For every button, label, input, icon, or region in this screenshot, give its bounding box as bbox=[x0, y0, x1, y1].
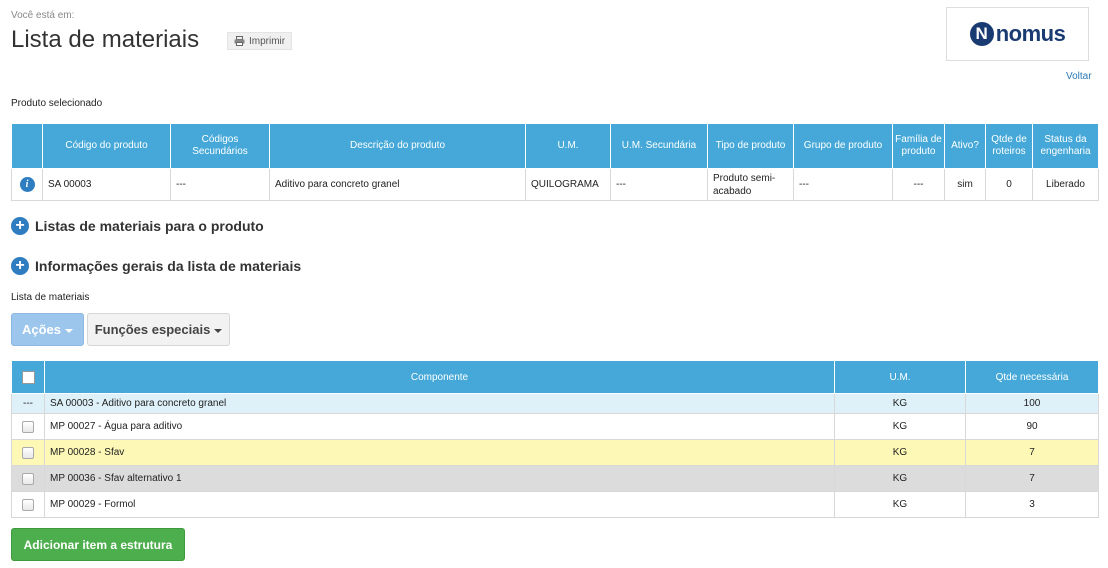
lists-for-product-toggle[interactable]: + Listas de materiais para o produto bbox=[11, 217, 264, 235]
logo-mark: N bbox=[969, 22, 994, 46]
selected-product-label: Produto selecionado bbox=[11, 98, 103, 109]
col-status: Status da engenharia bbox=[1032, 123, 1099, 169]
funcoes-especiais-button[interactable]: Funções especiais bbox=[87, 313, 230, 346]
bom-row[interactable]: MP 00027 - Água para aditivo KG 90 bbox=[11, 413, 1099, 440]
col-ativo: Ativo? bbox=[944, 123, 986, 169]
bom-label: Lista de materiais bbox=[11, 292, 90, 303]
component-qty: 100 bbox=[965, 393, 1099, 414]
col-roteiros: Qtde de roteiros bbox=[985, 123, 1033, 169]
general-info-label: Informações gerais da lista de materiais bbox=[35, 258, 302, 274]
row-checkbox[interactable] bbox=[22, 420, 34, 433]
printer-icon bbox=[234, 36, 245, 46]
product-routes: 0 bbox=[985, 168, 1033, 201]
product-code: SA 00003 bbox=[42, 168, 171, 201]
row-select-cell[interactable] bbox=[11, 439, 45, 466]
bom-row[interactable]: MP 00028 - Sfav KG 7 bbox=[11, 439, 1099, 466]
col-codigos-secundarios: Códigos Secundários bbox=[170, 123, 270, 169]
selected-product-table: Código do produto Códigos Secundários De… bbox=[11, 123, 1099, 201]
caret-down-icon bbox=[214, 328, 223, 333]
col-bom-um: U.M. bbox=[834, 360, 966, 394]
col-um: U.M. bbox=[525, 123, 611, 169]
col-qtde: Qtde necessária bbox=[965, 360, 1099, 394]
component-name: MP 00028 - Sfav bbox=[44, 439, 835, 466]
bom-row[interactable]: --- SA 00003 - Aditivo para concreto gran… bbox=[11, 393, 1099, 414]
product-row: i SA 00003 --- Aditivo para concreto gra… bbox=[11, 168, 1099, 201]
select-all-checkbox[interactable] bbox=[21, 370, 35, 384]
col-info bbox=[11, 123, 43, 169]
component-name: MP 00027 - Água para aditivo bbox=[44, 413, 835, 440]
component-name: MP 00036 - Sfav alternativo 1 bbox=[44, 465, 835, 492]
component-qty: 3 bbox=[965, 491, 1099, 518]
product-active: sim bbox=[944, 168, 986, 201]
print-button-label: Imprimir bbox=[249, 35, 286, 47]
product-um-secondary: --- bbox=[610, 168, 708, 201]
general-info-toggle[interactable]: + Informações gerais da lista de materia… bbox=[11, 257, 301, 275]
product-group: --- bbox=[793, 168, 893, 201]
company-logo: N nomus bbox=[946, 7, 1089, 61]
component-name: SA 00003 - Aditivo para concreto granel bbox=[44, 393, 835, 414]
acoes-button[interactable]: Ações bbox=[11, 313, 84, 346]
component-qty: 7 bbox=[965, 465, 1099, 492]
bom-header: Componente U.M. Qtde necessária bbox=[11, 360, 1099, 394]
col-tipo: Tipo de produto bbox=[707, 123, 794, 169]
component-qty: 90 bbox=[965, 413, 1099, 440]
bom-table: Componente U.M. Qtde necessária --- SA 00… bbox=[11, 360, 1099, 518]
component-um: KG bbox=[834, 413, 966, 440]
add-item-button[interactable]: Adicionar item a estrutura bbox=[11, 528, 185, 561]
back-link[interactable]: Voltar bbox=[1066, 71, 1092, 82]
product-table-header: Código do produto Códigos Secundários De… bbox=[11, 123, 1099, 169]
expand-plus-icon[interactable]: + bbox=[11, 257, 29, 275]
select-all-cell[interactable] bbox=[11, 360, 45, 394]
col-um-secundaria: U.M. Secundária bbox=[610, 123, 708, 169]
product-description: Aditivo para concreto granel bbox=[269, 168, 526, 201]
product-secondary-codes: --- bbox=[170, 168, 270, 201]
product-type: Produto semi-acabado bbox=[707, 168, 794, 201]
bom-row[interactable]: MP 00036 - Sfav alternativo 1 KG 7 bbox=[11, 465, 1099, 492]
page-title: Lista de materiais bbox=[11, 26, 200, 53]
component-um: KG bbox=[834, 465, 966, 492]
col-grupo: Grupo de produto bbox=[793, 123, 893, 169]
row-select-cell[interactable] bbox=[11, 465, 45, 492]
component-qty: 7 bbox=[965, 439, 1099, 466]
bom-body: --- SA 00003 - Aditivo para concreto gran… bbox=[11, 393, 1099, 518]
component-um: KG bbox=[834, 393, 966, 414]
logo-text: nomus bbox=[995, 21, 1066, 46]
component-um: KG bbox=[834, 439, 966, 466]
funcoes-label: Funções especiais bbox=[94, 322, 211, 337]
expand-plus-icon[interactable]: + bbox=[11, 217, 29, 235]
col-codigo: Código do produto bbox=[42, 123, 171, 169]
product-status: Liberado bbox=[1032, 168, 1099, 201]
row-checkbox[interactable] bbox=[22, 498, 34, 511]
caret-down-icon bbox=[65, 328, 74, 333]
acoes-label: Ações bbox=[21, 322, 62, 337]
row-select-cell[interactable]: --- bbox=[11, 393, 45, 414]
lists-for-product-label: Listas de materiais para o produto bbox=[35, 218, 264, 234]
col-familia: Família de produto bbox=[892, 123, 945, 169]
col-componente: Componente bbox=[44, 360, 835, 394]
print-button[interactable]: Imprimir bbox=[227, 32, 293, 50]
info-cell[interactable]: i bbox=[11, 168, 43, 201]
info-icon[interactable]: i bbox=[19, 177, 35, 192]
bom-row[interactable]: MP 00029 - Formol KG 3 bbox=[11, 491, 1099, 518]
product-um: QUILOGRAMA bbox=[525, 168, 611, 201]
row-checkbox[interactable] bbox=[22, 446, 34, 459]
col-descricao: Descrição do produto bbox=[269, 123, 526, 169]
product-family: --- bbox=[892, 168, 945, 201]
row-select-cell[interactable] bbox=[11, 491, 45, 518]
row-checkbox[interactable] bbox=[22, 472, 34, 485]
row-select-cell[interactable] bbox=[11, 413, 45, 440]
component-um: KG bbox=[834, 491, 966, 518]
component-name: MP 00029 - Formol bbox=[44, 491, 835, 518]
breadcrumb-label: Você está em: bbox=[11, 10, 75, 21]
